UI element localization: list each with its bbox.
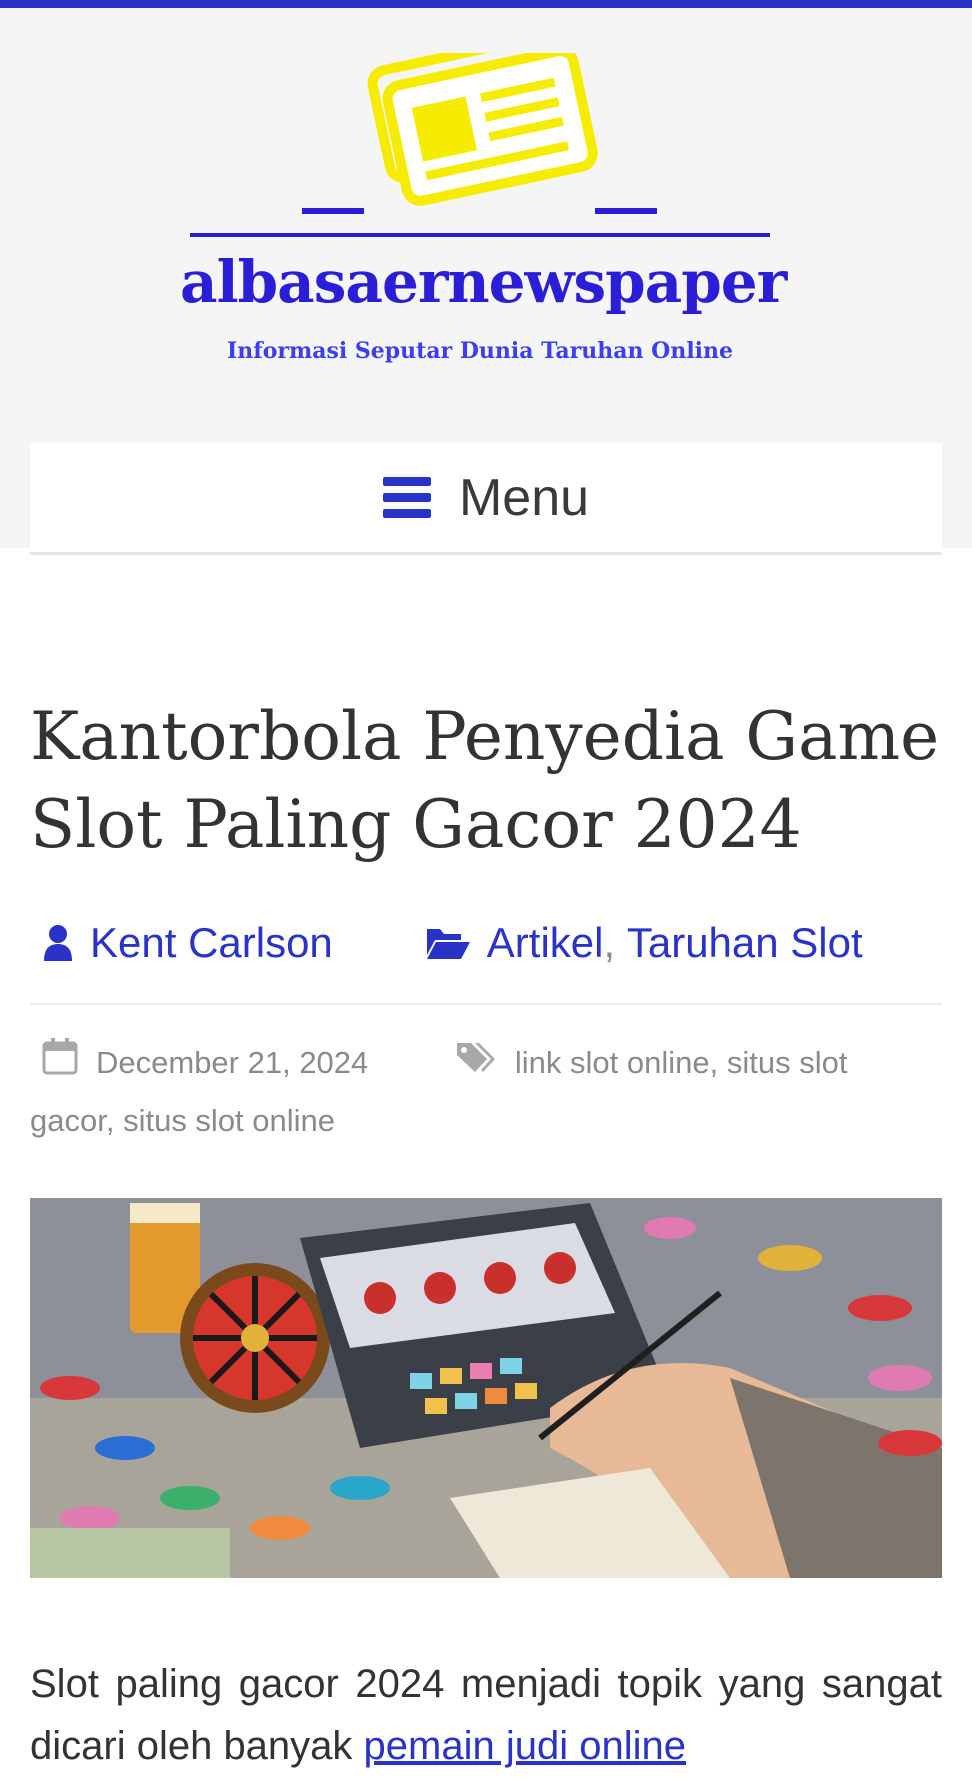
post-meta-secondary: December 21, 2024 link slot online, situ… bbox=[30, 1035, 900, 1149]
calendar-icon bbox=[42, 1037, 78, 1093]
menu-label: Menu bbox=[458, 468, 590, 527]
post-meta-primary: Kent Carlson Artikel, Taruhan Slot bbox=[30, 908, 942, 978]
tag-link[interactable]: situs slot online bbox=[123, 1103, 335, 1138]
category-link-artikel[interactable]: Artikel bbox=[487, 919, 604, 967]
lead-inline-link[interactable]: pemain judi online bbox=[364, 1724, 686, 1768]
slot-machine-illustration bbox=[30, 1198, 942, 1578]
post-lead-paragraph: Slot paling gacor 2024 menjadi topik yan… bbox=[30, 1653, 942, 1777]
tag-link[interactable]: link slot online bbox=[515, 1045, 710, 1080]
newspaper-logo-icon bbox=[190, 53, 770, 237]
top-accent-bar bbox=[0, 0, 972, 8]
site-name: albasaernewspaper bbox=[180, 248, 787, 316]
user-icon bbox=[44, 925, 72, 961]
post-title: Kantorbola Penyedia Game Slot Paling Gac… bbox=[30, 698, 940, 863]
site-logo[interactable]: albasaernewspaper Informasi Seputar Duni… bbox=[180, 53, 787, 383]
post-date[interactable]: December 21, 2024 bbox=[96, 1045, 368, 1080]
folder-open-icon bbox=[426, 929, 470, 959]
hamburger-icon bbox=[382, 476, 431, 519]
site-tagline: Informasi Seputar Dunia Taruhan Online bbox=[226, 338, 734, 364]
category-link-taruhan-slot[interactable]: Taruhan Slot bbox=[627, 919, 863, 967]
post-author: Kent Carlson bbox=[42, 919, 333, 967]
featured-image[interactable] bbox=[30, 1198, 942, 1578]
menu-toggle-button[interactable]: Menu bbox=[30, 443, 942, 555]
post-categories: Artikel, Taruhan Slot bbox=[425, 919, 863, 967]
tags-icon bbox=[455, 1037, 497, 1093]
author-link[interactable]: Kent Carlson bbox=[90, 919, 333, 967]
site-header: albasaernewspaper Informasi Seputar Duni… bbox=[0, 8, 972, 555]
meta-divider bbox=[30, 1003, 942, 1005]
